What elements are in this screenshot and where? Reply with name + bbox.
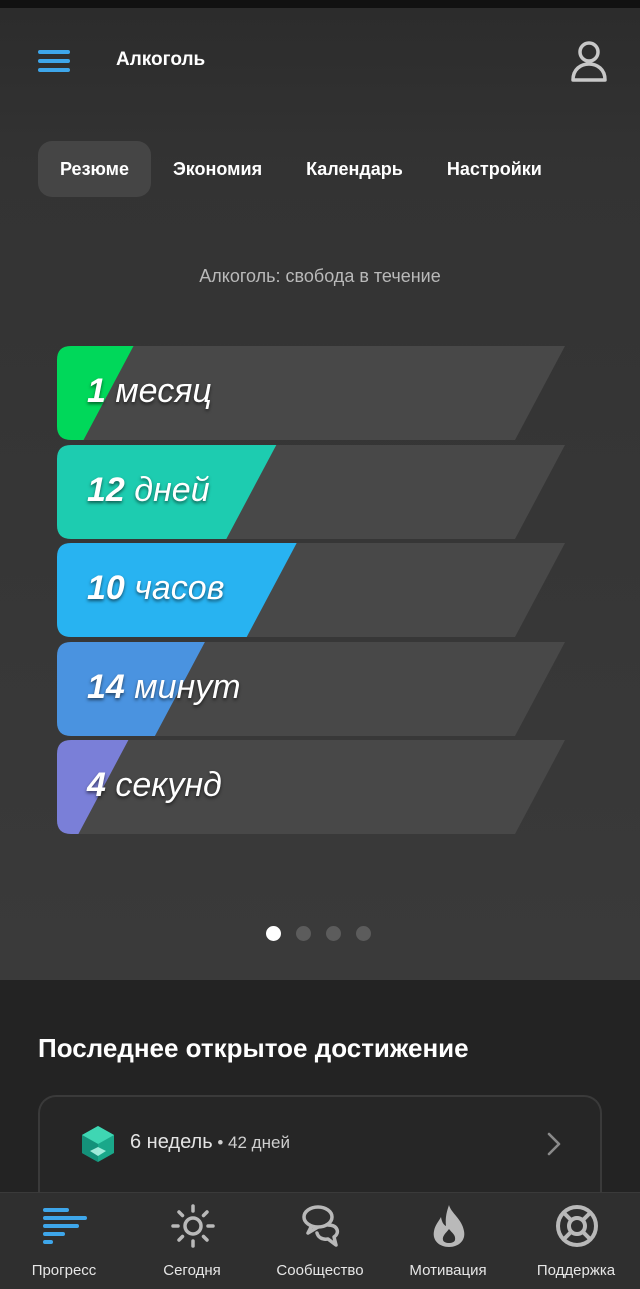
nav-support[interactable]: Поддержка (512, 1193, 640, 1289)
nav-community-label: Сообщество (276, 1262, 364, 1279)
page-dot-1[interactable] (266, 926, 281, 941)
achievement-separator: • (212, 1133, 229, 1152)
achievement-name: 6 недель (130, 1131, 213, 1153)
nav-community[interactable]: Сообщество (256, 1193, 384, 1289)
achievement-section-title: Последнее открытое достижение (38, 1033, 469, 1063)
counter-minutes: 14 минут (57, 641, 567, 736)
counter-minutes-value: 14 (87, 667, 125, 706)
lifebuoy-icon (556, 1205, 598, 1247)
nav-today-label: Сегодня (163, 1262, 221, 1279)
progress-bars-icon (43, 1208, 87, 1244)
counter-seconds-unit: секунд (115, 766, 222, 804)
nav-support-label: Поддержка (536, 1262, 616, 1279)
bottom-navigation: Прогресс Сегодня Сообщество Мотивация По… (0, 1192, 640, 1289)
counter-hours-unit: часов (134, 569, 225, 607)
app-title: Алкоголь (116, 49, 206, 70)
flame-icon (433, 1205, 465, 1247)
tab-calendar[interactable]: Календарь (284, 141, 425, 197)
sun-icon (171, 1204, 215, 1248)
profile-icon[interactable] (570, 40, 608, 82)
achievement-card[interactable]: 6 недель • 42 дней (38, 1095, 602, 1195)
page-dot-4[interactable] (356, 926, 371, 941)
tab-bar: Резюме Экономия Календарь Настройки (38, 141, 564, 197)
latest-achievement-section: Последнее открытое достижение 6 недель •… (0, 980, 640, 1195)
counter-days-value: 12 (87, 470, 125, 509)
counter-hours: 10 часов (57, 543, 567, 637)
nav-today[interactable]: Сегодня (128, 1193, 256, 1289)
nav-motivation-label: Мотивация (409, 1262, 487, 1279)
achievement-detail: 42 дней (228, 1133, 290, 1152)
page-dot-2[interactable] (296, 926, 311, 941)
chevron-right-icon (547, 1132, 561, 1156)
counter-days: 12 дней (57, 444, 567, 539)
freedom-subtitle: Алкоголь: свобода в течение (199, 266, 441, 286)
page-dot-3[interactable] (326, 926, 341, 941)
counter-months-value: 1 (87, 372, 106, 410)
nav-motivation[interactable]: Мотивация (384, 1193, 512, 1289)
main-panel: Алкоголь Резюме Экономия Календарь Настр… (0, 8, 640, 980)
page-indicator (266, 926, 386, 941)
time-counters: 1 месяц 12 дней 10 часов 14 минут 4 секу… (57, 346, 567, 839)
counter-seconds: 4 секунд (57, 740, 567, 834)
counter-days-unit: дней (134, 470, 210, 509)
counter-hours-value: 10 (87, 569, 125, 607)
tab-savings[interactable]: Экономия (151, 141, 284, 197)
tab-settings[interactable]: Настройки (425, 141, 564, 197)
counter-minutes-unit: минут (134, 667, 241, 706)
status-bar (0, 0, 640, 8)
counter-seconds-value: 4 (87, 766, 106, 804)
nav-progress-label: Прогресс (31, 1262, 97, 1279)
chat-bubbles-icon (302, 1205, 340, 1247)
counter-months: 1 месяц (57, 346, 567, 440)
tab-summary[interactable]: Резюме (38, 141, 151, 197)
nav-progress[interactable]: Прогресс (0, 1193, 128, 1289)
hexagon-badge-icon (82, 1126, 114, 1162)
counter-months-unit: месяц (115, 372, 212, 410)
hamburger-menu-icon[interactable] (38, 50, 70, 74)
app-bar: Алкоголь (0, 8, 640, 116)
